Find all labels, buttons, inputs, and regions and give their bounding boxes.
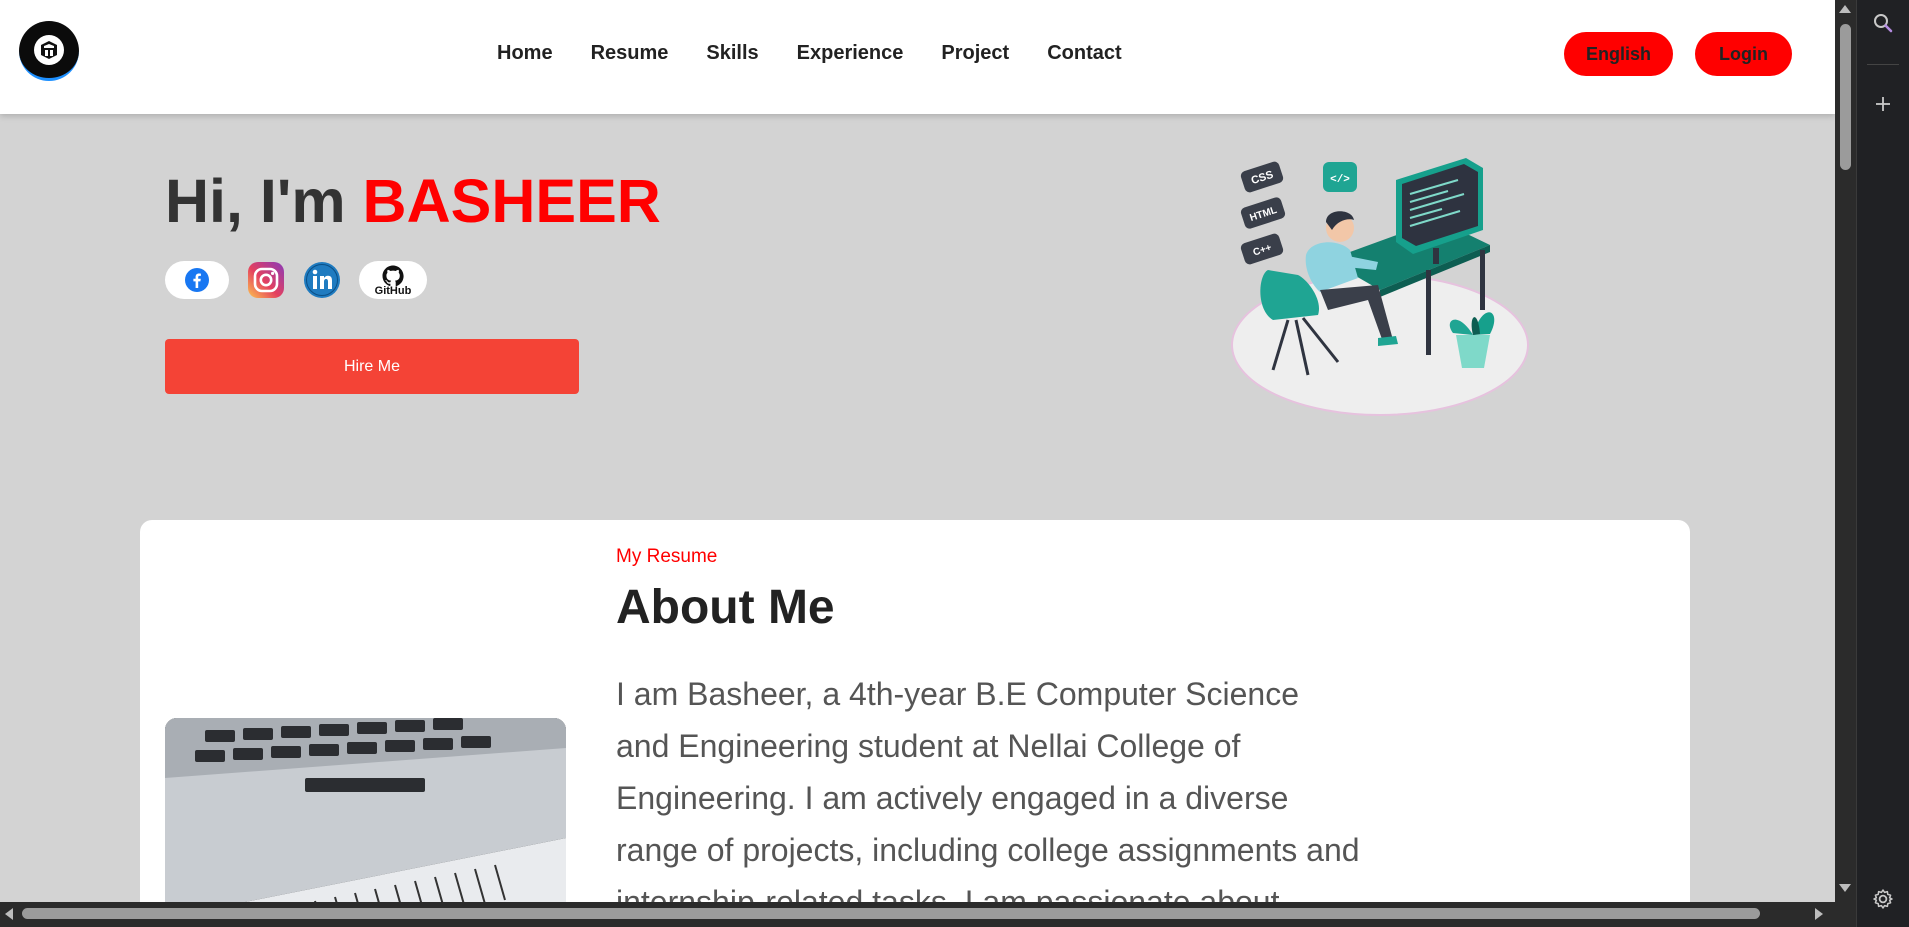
github-label: GitHub bbox=[374, 284, 412, 297]
browser-side-panel bbox=[1856, 0, 1909, 927]
hero-title: Hi, I'm BASHEER bbox=[165, 166, 661, 236]
login-button[interactable]: Login bbox=[1695, 32, 1792, 76]
plus-icon[interactable] bbox=[1868, 89, 1898, 119]
about-title: About Me bbox=[616, 581, 835, 634]
horizontal-scrollbar[interactable] bbox=[0, 902, 1856, 927]
css-tag: CSS bbox=[1240, 161, 1284, 193]
scroll-left-arrow-icon[interactable] bbox=[5, 908, 13, 920]
nav-home[interactable]: Home bbox=[497, 42, 553, 65]
facebook-icon bbox=[185, 268, 209, 292]
github-icon bbox=[382, 265, 404, 286]
search-icon[interactable] bbox=[1868, 8, 1898, 38]
laptop-photo bbox=[165, 718, 566, 902]
nav-resume[interactable]: Resume bbox=[591, 42, 669, 65]
cpp-tag: C++ bbox=[1240, 233, 1284, 265]
scroll-right-arrow-icon[interactable] bbox=[1815, 908, 1823, 920]
github-link[interactable]: GitHub bbox=[359, 261, 427, 299]
language-button[interactable]: English bbox=[1564, 32, 1673, 76]
site-header: Home Resume Skills Experience Project Co… bbox=[0, 0, 1835, 114]
hire-me-button[interactable]: Hire Me bbox=[165, 339, 579, 394]
code-tag: </> bbox=[1323, 162, 1357, 192]
nav-contact[interactable]: Contact bbox=[1047, 42, 1121, 65]
instagram-link[interactable] bbox=[247, 261, 285, 299]
page-viewport: Home Resume Skills Experience Project Co… bbox=[0, 0, 1835, 902]
facebook-link[interactable] bbox=[165, 261, 229, 299]
vertical-scrollbar[interactable] bbox=[1835, 0, 1856, 902]
nav-experience[interactable]: Experience bbox=[797, 42, 904, 65]
gear-icon[interactable] bbox=[1868, 884, 1898, 914]
instagram-icon bbox=[248, 262, 284, 298]
code-tag-label: </> bbox=[1330, 174, 1350, 186]
brand-logo-icon[interactable] bbox=[19, 21, 79, 81]
social-links: GitHub bbox=[165, 261, 427, 299]
linkedin-icon bbox=[304, 262, 340, 298]
about-text: I am Basheer, a 4th-year B.E Computer Sc… bbox=[616, 676, 1360, 902]
scroll-up-arrow-icon[interactable] bbox=[1839, 5, 1851, 13]
developer-illustration: CSS HTML C++ </> bbox=[1231, 158, 1529, 416]
html-tag: HTML bbox=[1240, 197, 1286, 229]
main-nav: Home Resume Skills Experience Project Co… bbox=[497, 42, 1122, 65]
nav-skills[interactable]: Skills bbox=[706, 42, 758, 65]
nav-project[interactable]: Project bbox=[941, 42, 1009, 65]
hero-greeting: Hi, I'm bbox=[165, 167, 363, 235]
hero-name: BASHEER bbox=[362, 167, 661, 235]
scroll-down-arrow-icon[interactable] bbox=[1839, 884, 1851, 892]
vertical-scroll-thumb[interactable] bbox=[1840, 24, 1851, 170]
horizontal-scroll-thumb[interactable] bbox=[22, 908, 1760, 919]
about-card: My Resume About Me I am Basheer, a 4th-y… bbox=[140, 520, 1690, 902]
side-panel-divider bbox=[1867, 64, 1899, 65]
linkedin-link[interactable] bbox=[303, 261, 341, 299]
resume-kicker: My Resume bbox=[616, 546, 718, 567]
